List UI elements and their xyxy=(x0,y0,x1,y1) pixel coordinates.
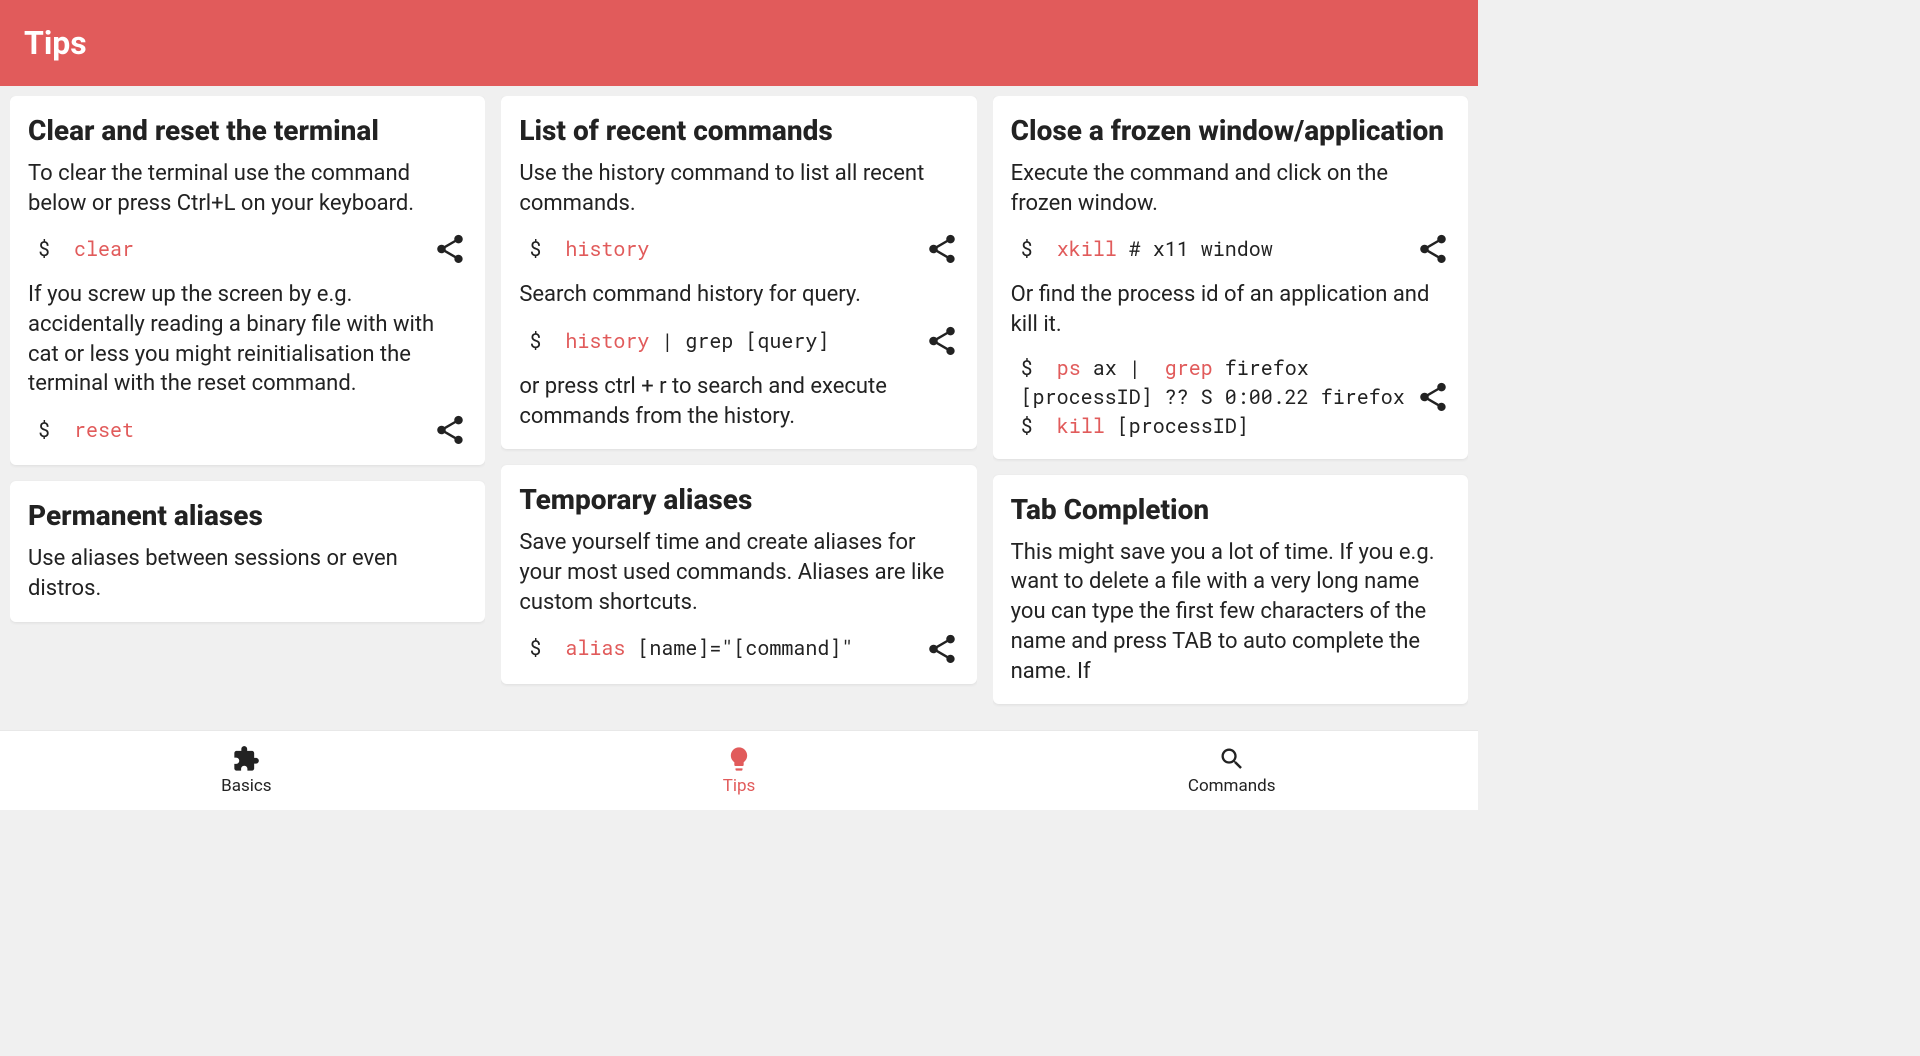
card-permanent-aliases: Permanent aliases Use aliases between se… xyxy=(10,481,485,621)
card-text: If you screw up the screen by e.g. accid… xyxy=(28,280,467,399)
code-block: $ history xyxy=(519,235,916,264)
code-row: $ reset xyxy=(28,413,467,447)
nav-basics[interactable]: Basics xyxy=(0,731,493,810)
bottom-nav: Basics Tips Commands xyxy=(0,730,1478,810)
card-title: Tab Completion xyxy=(1011,493,1450,526)
nav-label: Basics xyxy=(221,776,271,796)
card-text: To clear the terminal use the command be… xyxy=(28,159,467,218)
column-3: Close a frozen window/application Execut… xyxy=(993,96,1468,720)
code-row: $ alias [name]="[command]" xyxy=(519,632,958,666)
code-row: $ ps ax | grep firefox [processID] ?? S … xyxy=(1011,354,1450,441)
card-temporary-aliases: Temporary aliases Save yourself time and… xyxy=(501,465,976,683)
card-title: List of recent commands xyxy=(519,114,958,147)
card-text: This might save you a lot of time. If yo… xyxy=(1011,538,1450,686)
nav-tips[interactable]: Tips xyxy=(493,731,986,810)
card-text: Search command history for query. xyxy=(519,280,958,310)
share-icon[interactable] xyxy=(925,232,959,266)
card-title: Permanent aliases xyxy=(28,499,467,532)
app-header: Tips xyxy=(0,0,1478,86)
content-area: Clear and reset the terminal To clear th… xyxy=(0,86,1478,730)
nav-label: Commands xyxy=(1188,776,1276,796)
card-history: List of recent commands Use the history … xyxy=(501,96,976,449)
share-icon[interactable] xyxy=(925,324,959,358)
nav-label: Tips xyxy=(723,776,756,796)
share-icon[interactable] xyxy=(433,413,467,447)
search-icon xyxy=(1218,745,1246,773)
share-icon[interactable] xyxy=(1416,232,1450,266)
card-title: Close a frozen window/application xyxy=(1011,114,1450,147)
card-text: Execute the command and click on the fro… xyxy=(1011,159,1450,218)
code-row: $ xkill # x11 window xyxy=(1011,232,1450,266)
code-block: $ history | grep [query] xyxy=(519,327,916,356)
puzzle-icon xyxy=(232,745,260,773)
card-title: Temporary aliases xyxy=(519,483,958,516)
code-block: $ alias [name]="[command]" xyxy=(519,634,916,663)
code-block: $ clear xyxy=(28,235,425,264)
code-row: $ history | grep [query] xyxy=(519,324,958,358)
card-text: or press ctrl + r to search and execute … xyxy=(519,372,958,431)
card-text: Use the history command to list all rece… xyxy=(519,159,958,218)
column-1: Clear and reset the terminal To clear th… xyxy=(10,96,485,720)
card-text: Use aliases between sessions or even dis… xyxy=(28,544,467,603)
lightbulb-icon xyxy=(725,745,753,773)
share-icon[interactable] xyxy=(1416,380,1450,414)
share-icon[interactable] xyxy=(925,632,959,666)
code-block: $ reset xyxy=(28,416,425,445)
nav-commands[interactable]: Commands xyxy=(985,731,1478,810)
card-clear-reset: Clear and reset the terminal To clear th… xyxy=(10,96,485,465)
card-frozen-window: Close a frozen window/application Execut… xyxy=(993,96,1468,459)
code-block: $ xkill # x11 window xyxy=(1011,235,1408,264)
code-row: $ clear xyxy=(28,232,467,266)
card-tab-completion: Tab Completion This might save you a lot… xyxy=(993,475,1468,704)
card-text: Save yourself time and create aliases fo… xyxy=(519,528,958,617)
column-2: List of recent commands Use the history … xyxy=(501,96,976,720)
code-block: $ ps ax | grep firefox [processID] ?? S … xyxy=(1011,354,1408,441)
card-title: Clear and reset the terminal xyxy=(28,114,467,147)
share-icon[interactable] xyxy=(433,232,467,266)
code-row: $ history xyxy=(519,232,958,266)
page-title: Tips xyxy=(24,24,87,62)
card-text: Or find the process id of an application… xyxy=(1011,280,1450,339)
